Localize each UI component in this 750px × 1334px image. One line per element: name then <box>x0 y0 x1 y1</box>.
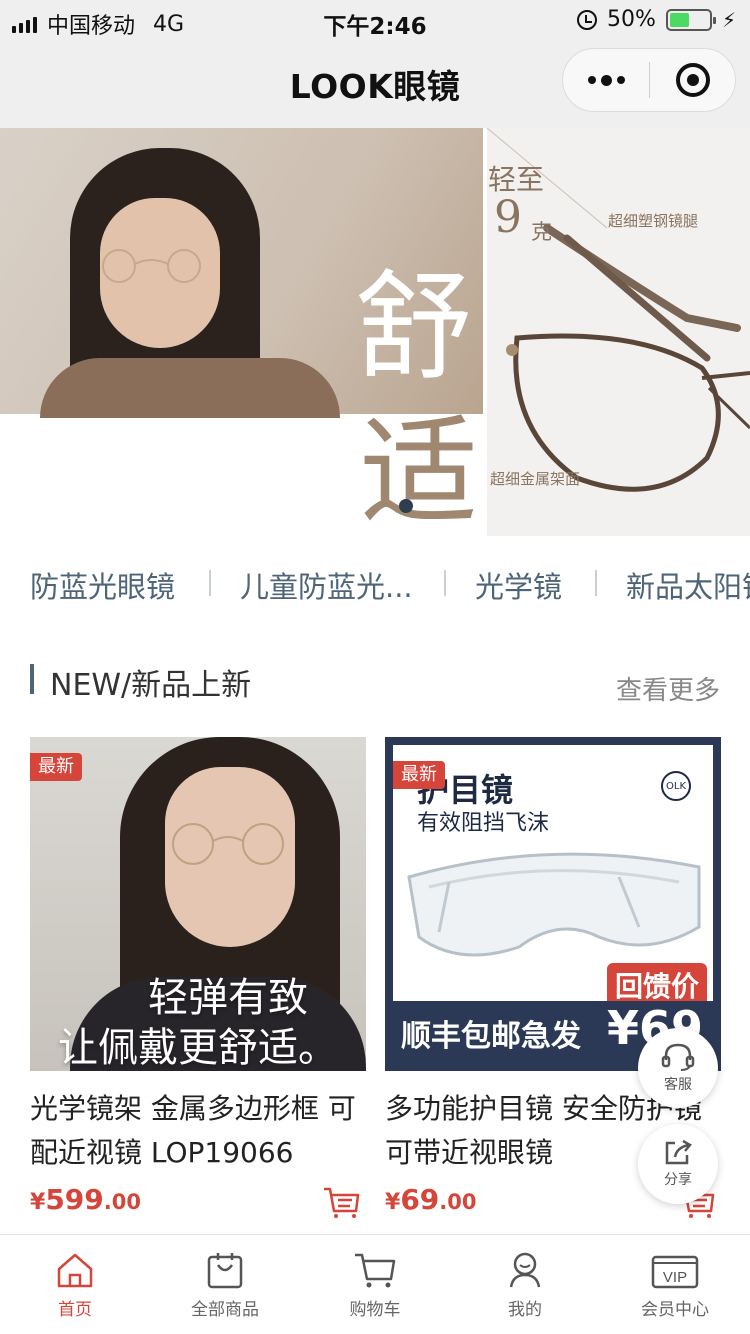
mini-program-capsule <box>562 48 736 112</box>
category-separator <box>444 570 446 596</box>
category-separator <box>209 570 211 596</box>
tab-home[interactable]: 首页 <box>0 1235 150 1334</box>
battery-fill <box>669 12 689 27</box>
new-badge: 最新 <box>393 761 445 789</box>
tab-vip-center[interactable]: VIP 会员中心 <box>600 1235 750 1334</box>
price-integer: 599 <box>45 1183 104 1216</box>
model-glasses-icon <box>102 249 201 283</box>
bottom-tab-bar: 首页 全部商品 购物车 我的 VIP 会员中心 <box>0 1234 750 1334</box>
category-tab-optical[interactable]: 光学镜 <box>475 564 562 606</box>
nav-header: LOOK眼镜 <box>0 40 750 128</box>
customer-service-button[interactable]: 客服 <box>638 1028 718 1108</box>
tab-all-products[interactable]: 全部商品 <box>150 1235 300 1334</box>
svg-text:VIP: VIP <box>663 1269 687 1286</box>
price-symbol: ¥ <box>385 1190 401 1215</box>
price-symbol: ¥ <box>30 1190 46 1215</box>
status-bar: 中国移动 4G 下午2:46 50% ⚡ <box>0 0 750 40</box>
vip-icon: VIP <box>651 1255 699 1289</box>
banner-carousel[interactable]: 舒 适 轻至 9 克 超细塑钢镜腿 超细金属架面 <box>0 128 750 536</box>
category-tab-sunglasses[interactable]: 新品太阳镜 <box>626 564 750 606</box>
product-image-banner-text: 顺丰包邮急发 <box>401 1019 581 1054</box>
more-button[interactable] <box>563 49 649 111</box>
product-image[interactable]: 护目镜 有效阻挡飞沫 OLK 回馈价 顺丰包邮急发 ¥69 最新 <box>385 737 721 1071</box>
price-decimal: .00 <box>439 1190 477 1214</box>
product-card[interactable]: 轻弹有致 让佩戴更舒适。 最新 光学镜架 金属多边形框 可配近视镜 LOP190… <box>30 737 366 1223</box>
close-button[interactable] <box>650 63 735 97</box>
banner-big-char-1: 舒 <box>355 258 474 396</box>
status-right: 50% ⚡ <box>577 7 736 32</box>
product-price-row: ¥599.00 <box>30 1183 366 1223</box>
banner-big-char-2: 适 <box>360 403 479 536</box>
more-dot-icon <box>600 74 612 86</box>
price-integer: 69 <box>400 1183 440 1216</box>
alarm-icon <box>577 9 598 30</box>
product-image[interactable]: 轻弹有致 让佩戴更舒适。 最新 <box>30 737 366 1071</box>
tab-label: 全部商品 <box>191 1300 259 1320</box>
tab-label: 购物车 <box>349 1300 401 1320</box>
more-dot-icon <box>587 76 596 84</box>
tab-label: 会员中心 <box>641 1300 709 1320</box>
category-tab-kids-anti-blue[interactable]: 儿童防蓝光... <box>240 564 413 606</box>
home-icon <box>57 1253 93 1288</box>
share-button[interactable]: 分享 <box>638 1124 718 1204</box>
banner-temple-tag: 超细塑钢镜腿 <box>608 212 699 230</box>
category-strip: 防蓝光眼镜 儿童防蓝光... 光学镜 新品太阳镜 <box>0 536 750 630</box>
battery-percent: 50% <box>607 7 656 32</box>
new-badge: 最新 <box>30 753 82 781</box>
charging-icon: ⚡ <box>721 7 736 32</box>
category-separator <box>595 570 597 596</box>
tab-cart[interactable]: 购物车 <box>300 1235 450 1334</box>
model-coat <box>40 358 340 418</box>
headset-icon <box>661 1043 695 1071</box>
product-title[interactable]: 光学镜架 金属多边形框 可配近视镜 LOP19066 <box>30 1087 366 1175</box>
carousel-dot-indicator[interactable] <box>399 499 413 513</box>
battery-icon <box>665 8 716 31</box>
cart-icon <box>355 1253 396 1288</box>
product-glasses-icon <box>172 823 284 865</box>
banner-frame-tag: 超细金属架面 <box>490 470 581 488</box>
bag-icon <box>207 1253 243 1289</box>
close-target-icon <box>675 63 710 97</box>
banner-weight-unit: 克 <box>531 220 552 244</box>
product-image-subtitle: 有效阻挡飞沫 <box>417 811 550 836</box>
customer-service-label: 客服 <box>664 1077 692 1093</box>
banner-weight-number: 9 <box>494 192 522 243</box>
category-tab-anti-blue[interactable]: 防蓝光眼镜 <box>30 564 175 606</box>
more-dot-icon <box>616 76 625 84</box>
price-decimal: .00 <box>103 1190 141 1214</box>
share-label: 分享 <box>664 1172 692 1188</box>
add-to-cart-icon[interactable] <box>322 1185 360 1219</box>
product-overlay-text-2: 让佩戴更舒适。 <box>58 1025 338 1071</box>
view-more-link[interactable]: 查看更多 <box>616 670 720 707</box>
safety-goggles-icon <box>407 852 701 957</box>
section-accent-bar <box>30 664 34 694</box>
section-title: NEW/新品上新 <box>50 668 252 703</box>
tab-label: 我的 <box>508 1300 542 1320</box>
share-icon <box>665 1139 692 1165</box>
tab-label: 首页 <box>58 1300 92 1320</box>
user-icon <box>509 1252 541 1288</box>
brand-logo-icon: OLK <box>661 771 691 801</box>
tab-mine[interactable]: 我的 <box>450 1235 600 1334</box>
